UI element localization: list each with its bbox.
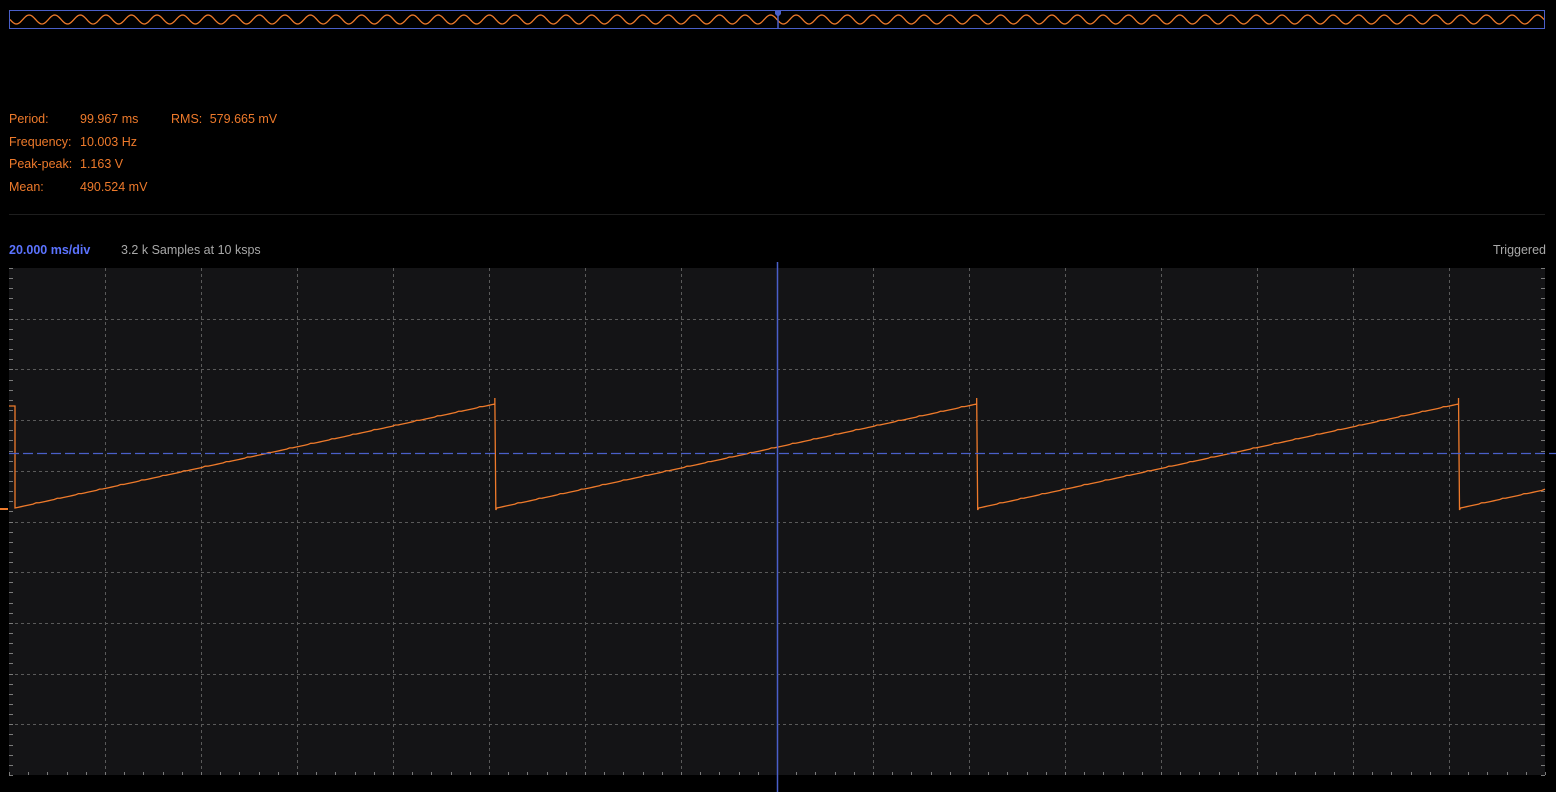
overview-trace bbox=[10, 14, 1544, 25]
rms-measurement: RMS: 579.665 mV bbox=[171, 112, 277, 126]
frequency-measurement: Frequency: 10.003 Hz bbox=[9, 135, 137, 149]
mean-value: 490.524 mV bbox=[80, 180, 148, 194]
rms-label: RMS: bbox=[171, 112, 203, 126]
frequency-value: 10.003 Hz bbox=[80, 135, 137, 149]
period-label: Period: bbox=[9, 112, 49, 126]
rms-value: 579.665 mV bbox=[209, 112, 278, 126]
trigger-status: Triggered bbox=[1492, 243, 1546, 257]
mean-label: Mean: bbox=[9, 180, 44, 194]
overview-trigger-marker bbox=[775, 11, 781, 17]
frequency-label: Frequency: bbox=[9, 135, 72, 149]
scope-display[interactable] bbox=[0, 262, 1556, 792]
peakpeak-measurement: Peak-peak: 1.163 V bbox=[9, 157, 123, 171]
timebase-readout[interactable]: 20.000 ms/div bbox=[9, 243, 90, 257]
peakpeak-value: 1.163 V bbox=[80, 157, 124, 171]
section-divider bbox=[9, 214, 1545, 215]
mean-measurement: Mean: 490.524 mV bbox=[9, 180, 147, 194]
scope-status-bar: 20.000 ms/div 3.2 k Samples at 10 ksps T… bbox=[9, 243, 1546, 261]
oscilloscope-app: Period: 99.967 ms RMS: 579.665 mV Freque… bbox=[0, 0, 1556, 792]
overview-waveform bbox=[10, 11, 1544, 28]
scope-graticule[interactable] bbox=[0, 262, 1556, 792]
measurements-panel: Period: 99.967 ms RMS: 579.665 mV Freque… bbox=[9, 112, 609, 204]
waveform-overview-bar[interactable] bbox=[9, 10, 1545, 29]
period-measurement: Period: 99.967 ms bbox=[9, 112, 138, 126]
peakpeak-label: Peak-peak: bbox=[9, 157, 73, 171]
sample-info: 3.2 k Samples at 10 ksps bbox=[121, 243, 261, 257]
period-value: 99.967 ms bbox=[80, 112, 139, 126]
